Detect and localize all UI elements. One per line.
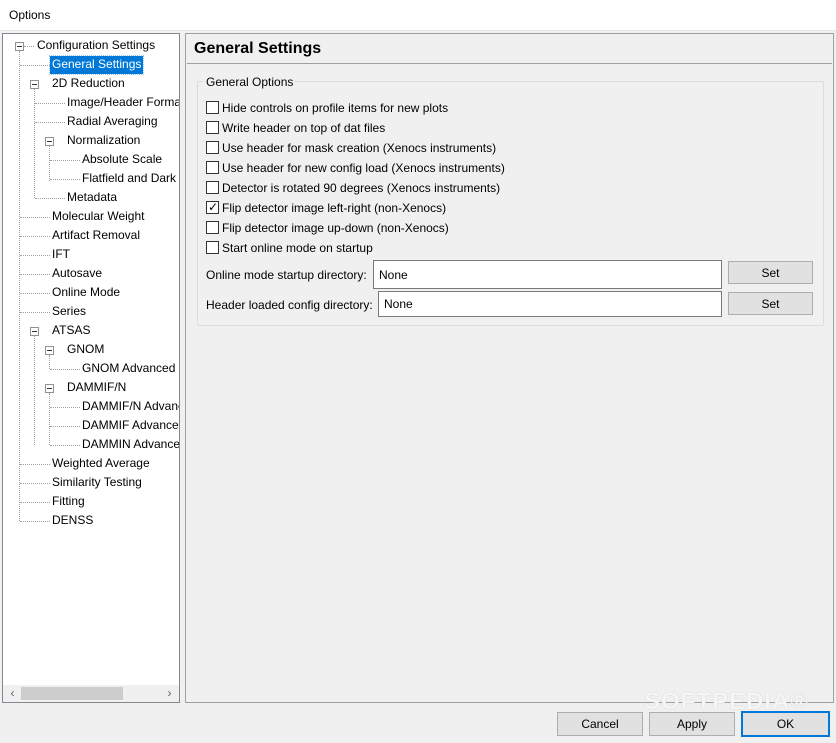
tree-item-denss[interactable]: DENSS (50, 512, 95, 530)
tree-item-image-header-format[interactable]: Image/Header Format (65, 94, 179, 112)
checkbox[interactable]: ✓ (206, 200, 219, 214)
tree-line (50, 179, 80, 180)
scroll-left-icon[interactable]: ‹ (4, 686, 21, 701)
header-dir-field[interactable] (378, 291, 722, 317)
set-online-dir-button[interactable]: Set (728, 261, 813, 284)
tree-item-similarity-testing[interactable]: Similarity Testing (50, 474, 144, 492)
tree-line (49, 393, 50, 445)
tree-item-fitting[interactable]: Fitting (50, 493, 87, 511)
online-dir-label: Online mode startup directory: (206, 268, 367, 282)
option-label: Flip detector image up-down (non-Xenocs) (222, 221, 449, 235)
set-header-dir-button[interactable]: Set (728, 292, 813, 315)
checkbox[interactable] (206, 181, 219, 194)
header-dir-label: Header loaded config directory: (206, 298, 373, 312)
tree-item-2d-reduction[interactable]: 2D Reduction (50, 75, 127, 93)
title-bar: Options (0, 0, 836, 31)
check-icon: ✓ (208, 200, 219, 214)
tree-item-gnom-advanced[interactable]: GNOM Advanced (80, 360, 177, 378)
tree-line (20, 464, 50, 465)
collapse-icon[interactable] (45, 384, 54, 393)
collapse-icon[interactable] (15, 42, 24, 51)
content-panel: General Settings General Options Hide co… (185, 33, 834, 703)
tree-item-configuration-settings[interactable]: Configuration Settings (35, 37, 157, 55)
tree-item-dammif-n-advanced[interactable]: DAMMIF/N Advanced (80, 398, 179, 416)
tree-item-radial-averaging[interactable]: Radial Averaging (65, 113, 160, 131)
tree-item-flatfield-and-dark[interactable]: Flatfield and Dark (80, 170, 178, 188)
tree-item-normalization[interactable]: Normalization (65, 132, 142, 150)
option-label: Write header on top of dat files (222, 121, 386, 135)
checkbox[interactable] (206, 141, 219, 154)
tree-line (34, 89, 35, 198)
tree-item-absolute-scale[interactable]: Absolute Scale (80, 151, 164, 169)
tree-line (34, 336, 35, 445)
tree-line (20, 236, 50, 237)
tree-line (20, 312, 50, 313)
tree-line (35, 122, 65, 123)
option-label: Use header for mask creation (Xenocs ins… (222, 141, 497, 155)
checkbox[interactable] (206, 241, 219, 254)
tree-item-weighted-average[interactable]: Weighted Average (50, 455, 152, 473)
option-label: Use header for new config load (Xenocs i… (222, 161, 505, 175)
tree-line (20, 217, 50, 218)
tree-line (20, 483, 50, 484)
tree-line (49, 355, 50, 369)
option-label: Flip detector image left-right (non-Xeno… (222, 201, 447, 215)
tree-item-molecular-weight[interactable]: Molecular Weight (50, 208, 146, 226)
tree-item-atsas[interactable]: ATSAS (50, 322, 92, 340)
tree-line (50, 445, 80, 446)
tree-line (50, 407, 80, 408)
checkbox[interactable] (206, 221, 219, 234)
tree-line (50, 426, 80, 427)
page-title: General Settings (194, 40, 322, 57)
checkbox[interactable] (206, 161, 219, 174)
tree-line (35, 103, 65, 104)
tree-item-autosave[interactable]: Autosave (50, 265, 104, 283)
checkbox[interactable] (206, 121, 219, 134)
tree-item-dammin-advanced[interactable]: DAMMIN Advanced (80, 436, 179, 454)
option-label: Start online mode on startup (222, 241, 373, 255)
tree-item-metadata[interactable]: Metadata (65, 189, 119, 207)
title-divider (187, 63, 832, 64)
panel-splitter[interactable] (181, 33, 184, 703)
watermark: SOFTPEDIA® (644, 688, 810, 715)
settings-tree[interactable]: Configuration Settings General Settings … (2, 33, 180, 703)
tree-item-series[interactable]: Series (50, 303, 88, 321)
tree-line (20, 521, 50, 522)
tree-line (50, 160, 80, 161)
tree-item-dammif-n[interactable]: DAMMIF/N (65, 379, 128, 397)
tree-line (20, 502, 50, 503)
collapse-icon[interactable] (30, 327, 39, 336)
tree-item-online-mode[interactable]: Online Mode (50, 284, 122, 302)
collapse-icon[interactable] (30, 80, 39, 89)
horizontal-scrollbar[interactable]: ‹ › (3, 685, 179, 702)
tree-item-general-settings[interactable]: General Settings (48, 55, 145, 75)
online-dir-field[interactable] (373, 260, 722, 289)
tree-item-gnom[interactable]: GNOM (65, 341, 106, 359)
scroll-right-icon[interactable]: › (161, 686, 178, 701)
group-label: General Options (204, 75, 296, 89)
tree-line (49, 146, 50, 181)
tree-item-ift[interactable]: IFT (50, 246, 72, 264)
tree-line (19, 51, 20, 521)
collapse-icon[interactable] (45, 346, 54, 355)
tree-line (50, 369, 80, 370)
option-label: Detector is rotated 90 degrees (Xenocs i… (222, 181, 501, 195)
scrollbar-thumb[interactable] (21, 687, 123, 700)
cancel-button[interactable]: Cancel (557, 712, 643, 736)
tree-line (20, 255, 50, 256)
window-title: Options (9, 8, 51, 22)
tree-line (20, 274, 50, 275)
collapse-icon[interactable] (45, 137, 54, 146)
tree-line (20, 293, 50, 294)
tree-item-dammif-advanced[interactable]: DAMMIF Advanced (80, 417, 179, 435)
tree-line (20, 65, 50, 66)
tree-line (35, 198, 65, 199)
tree-item-artifact-removal[interactable]: Artifact Removal (50, 227, 142, 245)
checkbox[interactable] (206, 101, 219, 114)
option-label: Hide controls on profile items for new p… (222, 101, 449, 115)
tree-line (24, 46, 34, 47)
